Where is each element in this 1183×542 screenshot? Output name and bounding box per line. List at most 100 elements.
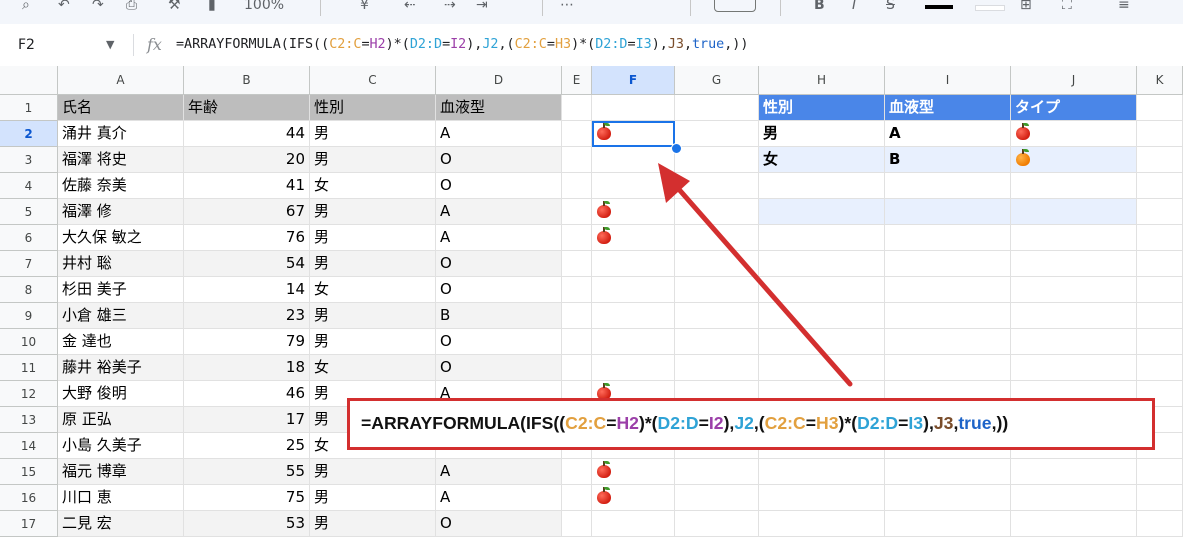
column-header-a[interactable]: A xyxy=(58,66,184,95)
cell-c3[interactable]: 男 xyxy=(310,147,436,173)
row-header-11[interactable]: 11 xyxy=(0,355,58,381)
row-header-4[interactable]: 4 xyxy=(0,173,58,199)
cell-k4[interactable] xyxy=(1137,173,1183,199)
row-header-10[interactable]: 10 xyxy=(0,329,58,355)
column-header-c[interactable]: C xyxy=(310,66,436,95)
cell-h11[interactable] xyxy=(759,355,885,381)
cell-i7[interactable] xyxy=(885,251,1011,277)
cell-e16[interactable] xyxy=(562,485,592,511)
cell-b6[interactable]: 76 xyxy=(184,225,310,251)
cell-a5[interactable]: 福澤 修 xyxy=(58,199,184,225)
cell-c17[interactable]: 男 xyxy=(310,511,436,537)
row-header-14[interactable]: 14 xyxy=(0,433,58,459)
cell-e2[interactable] xyxy=(562,121,592,147)
cell-e7[interactable] xyxy=(562,251,592,277)
cell-e5[interactable] xyxy=(562,199,592,225)
cell-b17[interactable]: 53 xyxy=(184,511,310,537)
cell-h16[interactable] xyxy=(759,485,885,511)
cell-b5[interactable]: 67 xyxy=(184,199,310,225)
cell-g8[interactable] xyxy=(675,277,759,303)
cell-i8[interactable] xyxy=(885,277,1011,303)
cell-e6[interactable] xyxy=(562,225,592,251)
cell-b4[interactable]: 41 xyxy=(184,173,310,199)
cell-h7[interactable] xyxy=(759,251,885,277)
cell-g4[interactable] xyxy=(675,173,759,199)
increase-decimal-icon[interactable]: ⇢ xyxy=(444,0,456,18)
cell-i11[interactable] xyxy=(885,355,1011,381)
borders-icon[interactable]: ⊞ xyxy=(1020,0,1032,18)
cell-f4[interactable] xyxy=(592,173,675,199)
cell-c10[interactable]: 男 xyxy=(310,329,436,355)
cell-b13[interactable]: 17 xyxy=(184,407,310,433)
row-header-17[interactable]: 17 xyxy=(0,511,58,537)
cell-f6[interactable] xyxy=(592,225,675,251)
cell-j10[interactable] xyxy=(1011,329,1137,355)
cell-f15[interactable] xyxy=(592,459,675,485)
cell-c5[interactable]: 男 xyxy=(310,199,436,225)
cell-d2[interactable]: A xyxy=(436,121,562,147)
cell-g11[interactable] xyxy=(675,355,759,381)
row-header-9[interactable]: 9 xyxy=(0,303,58,329)
cell-g1[interactable] xyxy=(675,95,759,121)
cell-a7[interactable]: 井村 聡 xyxy=(58,251,184,277)
cell-h17[interactable] xyxy=(759,511,885,537)
cell-a6[interactable]: 大久保 敏之 xyxy=(58,225,184,251)
cell-b7[interactable]: 54 xyxy=(184,251,310,277)
cell-g9[interactable] xyxy=(675,303,759,329)
column-header-g[interactable]: G xyxy=(675,66,759,95)
cell-k6[interactable] xyxy=(1137,225,1183,251)
cell-b16[interactable]: 75 xyxy=(184,485,310,511)
decrease-decimal-icon[interactable]: ⇠ xyxy=(404,0,416,18)
cell-h2[interactable]: 男 xyxy=(759,121,885,147)
cell-i16[interactable] xyxy=(885,485,1011,511)
cell-a8[interactable]: 杉田 美子 xyxy=(58,277,184,303)
fill-color-bar-icon[interactable] xyxy=(975,5,1005,11)
cell-g17[interactable] xyxy=(675,511,759,537)
cell-e15[interactable] xyxy=(562,459,592,485)
column-header-h[interactable]: H xyxy=(759,66,885,95)
cell-a2[interactable]: 涌井 真介 xyxy=(58,121,184,147)
strikethrough-icon[interactable]: S xyxy=(886,0,895,18)
cell-h5[interactable] xyxy=(759,199,885,225)
cell-e11[interactable] xyxy=(562,355,592,381)
cell-k11[interactable] xyxy=(1137,355,1183,381)
cell-f5[interactable] xyxy=(592,199,675,225)
cell-a9[interactable]: 小倉 雄三 xyxy=(58,303,184,329)
cell-d10[interactable]: O xyxy=(436,329,562,355)
cell-j7[interactable] xyxy=(1011,251,1137,277)
cell-b12[interactable]: 46 xyxy=(184,381,310,407)
cell-i10[interactable] xyxy=(885,329,1011,355)
cell-b15[interactable]: 55 xyxy=(184,459,310,485)
row-header-7[interactable]: 7 xyxy=(0,251,58,277)
cell-k5[interactable] xyxy=(1137,199,1183,225)
cell-a17[interactable]: 二見 宏 xyxy=(58,511,184,537)
cell-d8[interactable]: O xyxy=(436,277,562,303)
cell-c8[interactable]: 女 xyxy=(310,277,436,303)
cell-k7[interactable] xyxy=(1137,251,1183,277)
cell-e4[interactable] xyxy=(562,173,592,199)
cell-c16[interactable]: 男 xyxy=(310,485,436,511)
cell-f17[interactable] xyxy=(592,511,675,537)
cell-d5[interactable]: A xyxy=(436,199,562,225)
row-header-13[interactable]: 13 xyxy=(0,407,58,433)
row-header-12[interactable]: 12 xyxy=(0,381,58,407)
cell-i6[interactable] xyxy=(885,225,1011,251)
cell-k9[interactable] xyxy=(1137,303,1183,329)
paint-format-icon[interactable]: ⚒ xyxy=(168,0,181,18)
cell-f11[interactable] xyxy=(592,355,675,381)
cell-c6[interactable]: 男 xyxy=(310,225,436,251)
cell-i4[interactable] xyxy=(885,173,1011,199)
row-header-16[interactable]: 16 xyxy=(0,485,58,511)
cell-c9[interactable]: 男 xyxy=(310,303,436,329)
search-menus-icon[interactable]: ⌕ xyxy=(22,0,30,18)
cell-k16[interactable] xyxy=(1137,485,1183,511)
cell-a16[interactable]: 川口 恵 xyxy=(58,485,184,511)
cell-i17[interactable] xyxy=(885,511,1011,537)
cell-j6[interactable] xyxy=(1011,225,1137,251)
cell-h8[interactable] xyxy=(759,277,885,303)
cell-f3[interactable] xyxy=(592,147,675,173)
cell-k15[interactable] xyxy=(1137,459,1183,485)
cell-f16[interactable] xyxy=(592,485,675,511)
cell-e9[interactable] xyxy=(562,303,592,329)
cell-c7[interactable]: 男 xyxy=(310,251,436,277)
